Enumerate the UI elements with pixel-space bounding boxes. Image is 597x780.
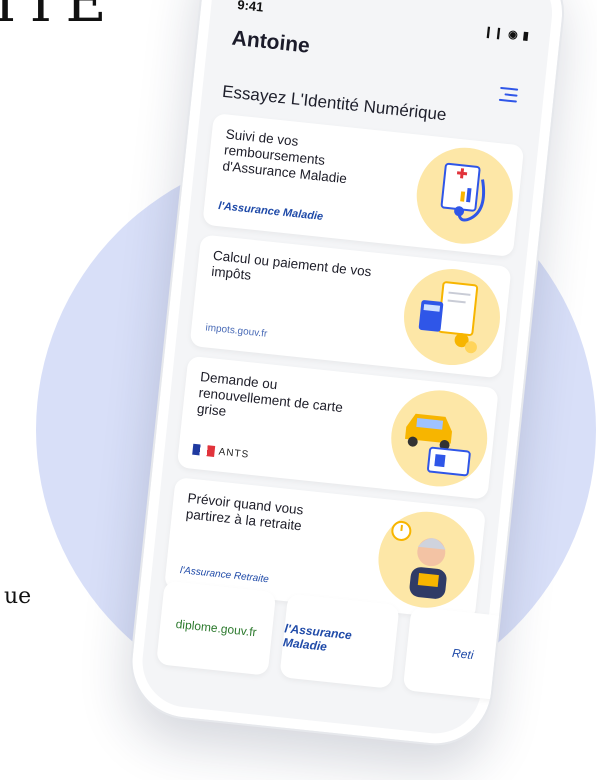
partner-label: Reti [451,645,475,663]
assurance-retraite-logo: l'Assurance Retraite [179,565,270,586]
service-card-carte-grise[interactable]: Demande ou renouvellement de carte grise… [176,355,499,500]
user-name: Antoine [230,26,311,58]
card-title: Calcul ou paiement de vos impôts [210,247,373,283]
phone-mockup: 9:41 ❙❙ ◉ ▮ Antoine Essayez L'Identité N… [124,0,570,752]
car-id-card-icon [386,385,492,492]
tax-calculator-icon [399,264,505,370]
medical-stethoscope-icon [411,142,518,249]
retiree-knitting-icon [373,506,480,613]
assurance-maladie-logo: l'Assurance Maladie [217,200,324,224]
app-screen: 9:41 ❙❙ ◉ ▮ Antoine Essayez L'Identité N… [138,0,551,738]
impots-gouv-logo: impots.gouv.fr [204,322,268,340]
status-time: 9:41 [236,0,265,15]
background-text-fragment: ue [4,584,32,609]
partner-label: diplome.gouv.fr [175,616,258,640]
card-title: Suivi de vos remboursements d'Assurance … [221,126,348,187]
service-card-list: Suivi de vos remboursements d'Assurance … [163,113,525,631]
partner-diplome-gouv[interactable]: diplome.gouv.fr [156,580,277,676]
hamburger-menu-icon[interactable] [498,86,519,103]
ants-logo: ANTS [192,443,250,461]
background-heading-fragment: ITÉ [0,0,113,35]
partner-label: l'Assurance Maladie [282,621,353,654]
service-card-assurance-maladie[interactable]: Suivi de vos remboursements d'Assurance … [202,113,525,258]
partner-assurance-maladie[interactable]: l'Assurance Maladie [279,593,400,689]
card-title: Prévoir quand vous partirez à la retrait… [185,490,305,534]
card-title: Demande ou renouvellement de carte grise [196,369,344,419]
status-indicators-icon: ❙❙ ◉ ▮ [483,25,531,43]
service-card-impots[interactable]: Calcul ou paiement de vos impôts impots.… [189,234,512,379]
